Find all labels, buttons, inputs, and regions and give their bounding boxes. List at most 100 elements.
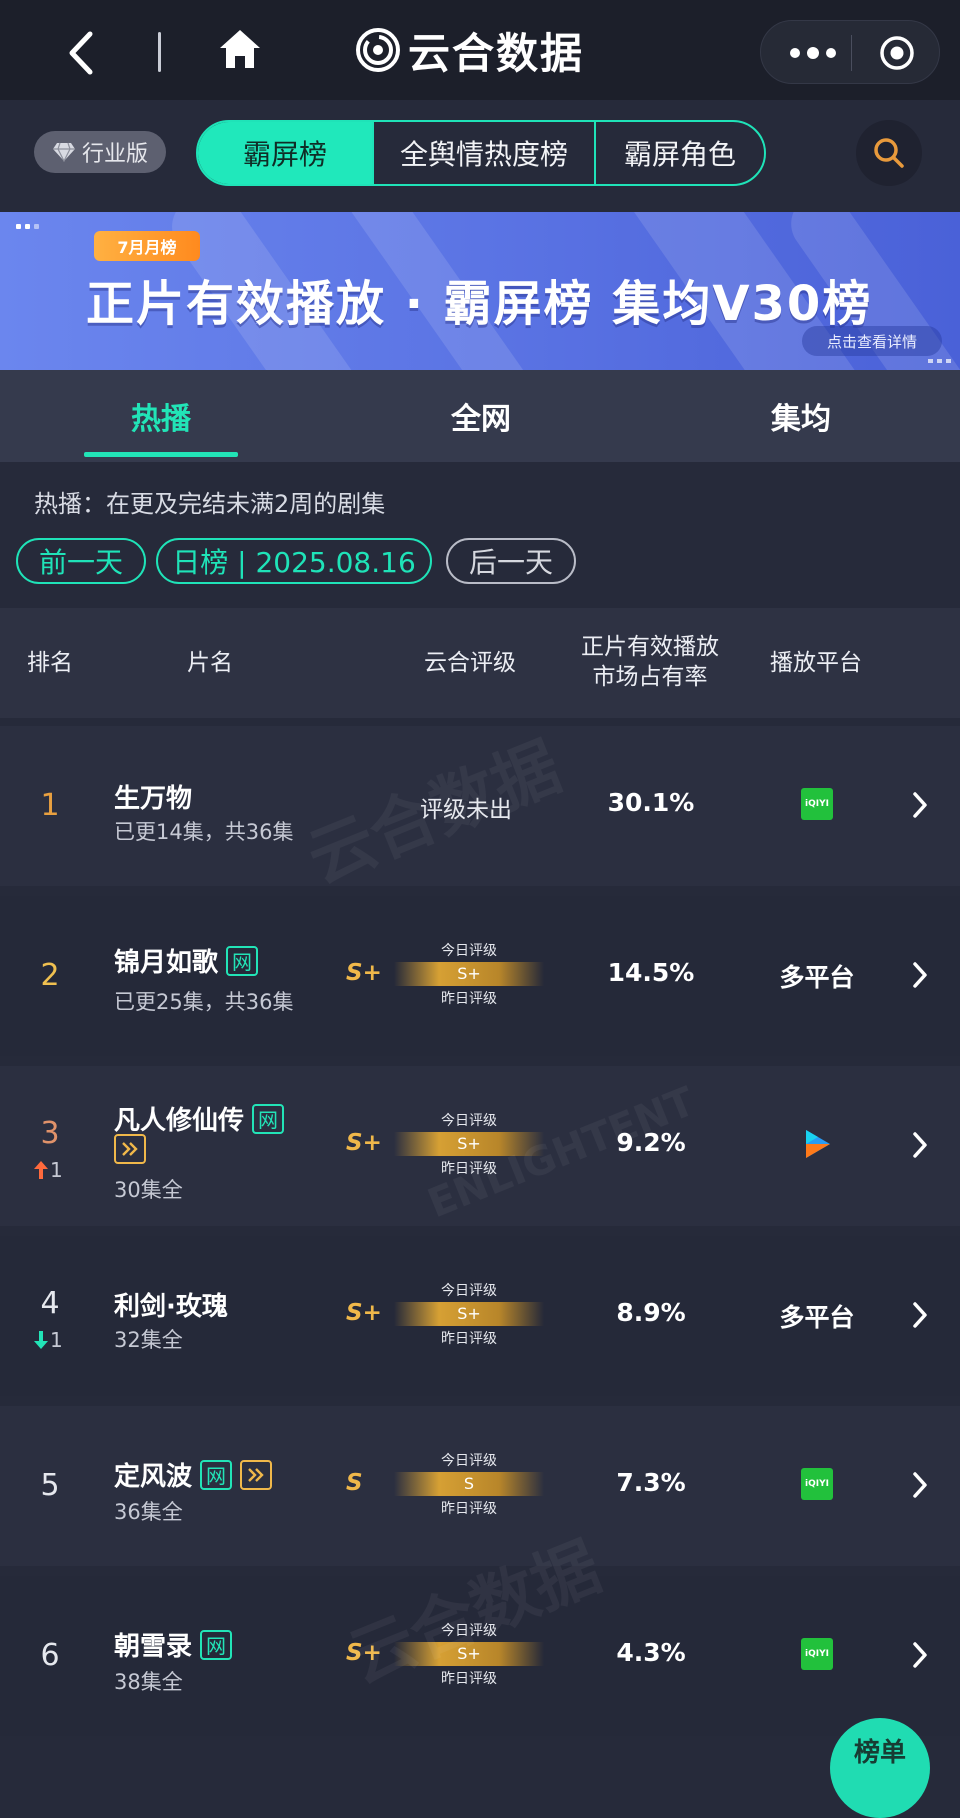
next-day-button[interactable]: 后一天 xyxy=(446,538,576,584)
table-row[interactable]: 4 1 利剑·玫瑰 32集全 S+ 今日评级 S+ 昨日评级 8.9% 多平台 xyxy=(0,1236,960,1396)
rating-grade: S+ xyxy=(346,1640,382,1666)
banner-detail-button[interactable]: 点击查看详情 xyxy=(802,326,942,356)
chevron-right-icon[interactable] xyxy=(910,1470,930,1500)
banner-title: 正片有效播放 · 霸屏榜 集均V30榜 xyxy=(86,276,873,332)
tab-bar: 热播 全网 集均 xyxy=(0,370,960,462)
nav-divider xyxy=(158,32,161,72)
table-row[interactable]: 5 定风波 网 36集全 S 今日评级 S 昨日评级 7.3% iQIYI xyxy=(0,1406,960,1566)
prev-day-button[interactable]: 前一天 xyxy=(16,538,146,584)
date-selector[interactable]: 日榜 | 2025.08.16 xyxy=(156,538,432,584)
market-share: 8.9% xyxy=(616,1298,686,1327)
tab-description: 热播：在更及完结未满2周的剧集 xyxy=(34,490,386,518)
gauge-today-label: 今日评级 xyxy=(441,1623,497,1639)
web-series-badge: 网 xyxy=(200,1629,233,1660)
arrow-up-icon xyxy=(34,1161,48,1179)
rating-grade: S+ xyxy=(346,1300,382,1326)
episode-status: 32集全 xyxy=(114,1328,183,1352)
rank-change-down: 1 xyxy=(32,1328,63,1352)
table-header: 排名 片名 云合评级 正片有效播放 市场占有率 播放平台 xyxy=(0,608,960,718)
tab-indicator xyxy=(84,452,238,457)
market-share: 4.3% xyxy=(616,1638,686,1667)
ranking-type-segments: 霸屏榜 全舆情热度榜 霸屏角色 xyxy=(196,120,766,186)
chevron-right-icon[interactable] xyxy=(910,960,930,990)
gauge-today-label: 今日评级 xyxy=(441,943,497,959)
web-series-badge: 网 xyxy=(226,945,259,976)
top-bar: 云合数据 xyxy=(0,0,960,100)
segment-top-roles[interactable]: 霸屏角色 xyxy=(594,122,764,184)
brand-logo-icon xyxy=(356,28,400,72)
gauge-yesterday-label: 昨日评级 xyxy=(441,1671,497,1687)
table-row[interactable]: 3 1 凡人修仙传网 30集全 S+ 今日评级 S+ 昨日评级 9.2% xyxy=(0,1066,960,1226)
platform-label: 多平台 xyxy=(779,963,855,992)
tab-per-episode[interactable]: 集均 xyxy=(724,370,878,462)
iqiyi-logo-icon: iQIYI xyxy=(801,1468,833,1500)
gauge-yesterday-label: 昨日评级 xyxy=(441,1501,497,1517)
show-title: 利剑·玫瑰 xyxy=(114,1292,228,1322)
header-platform: 播放平台 xyxy=(770,650,862,676)
market-share: 9.2% xyxy=(616,1128,686,1157)
gauge-yesterday-label: 昨日评级 xyxy=(441,991,497,1007)
brand-name: 云合数据 xyxy=(408,28,585,78)
play-badge-icon xyxy=(114,1134,146,1164)
header-rating: 云合评级 xyxy=(424,650,516,676)
more-icon[interactable] xyxy=(785,39,845,67)
promo-banner[interactable]: 7月月榜 正片有效播放 · 霸屏榜 集均V30榜 点击查看详情 xyxy=(0,212,960,370)
episode-status: 已更25集，共36集 xyxy=(114,990,294,1014)
rank-change-up: 1 xyxy=(32,1158,63,1182)
ranking-list-button[interactable]: 榜单 xyxy=(830,1718,930,1818)
gauge-yesterday-label: 昨日评级 xyxy=(441,1161,497,1177)
chevron-right-icon[interactable] xyxy=(910,1640,930,1670)
home-icon[interactable] xyxy=(216,26,264,74)
rating-grade: S+ xyxy=(346,960,382,986)
market-share: 30.1% xyxy=(607,788,695,817)
rank-number: 6 xyxy=(40,1638,60,1673)
show-title: 凡人修仙传网 xyxy=(114,1100,285,1137)
banner-pager xyxy=(16,224,39,229)
rating-gauge: 今日评级 S+ 昨日评级 xyxy=(394,1110,544,1177)
tab-hot[interactable]: 热播 xyxy=(84,370,238,462)
brand: 云合数据 xyxy=(356,22,584,78)
header-share-line1: 正片有效播放 xyxy=(581,634,719,660)
table-row[interactable]: 1 生万物 已更14集，共36集 评级未出 30.1% iQIYI xyxy=(0,726,960,886)
capsule-divider xyxy=(851,35,852,71)
show-title: 锦月如歌网 xyxy=(114,942,259,979)
rating-pending: 评级未出 xyxy=(420,797,512,823)
segment-screen-dominance[interactable]: 霸屏榜 xyxy=(198,122,372,184)
segment-opinion-heat[interactable]: 全舆情热度榜 xyxy=(372,122,594,184)
table-row[interactable]: 6 朝雪录网 38集全 S+ 今日评级 S+ 昨日评级 4.3% iQIYI xyxy=(0,1576,960,1736)
exclusive-badge-row xyxy=(114,1134,146,1164)
back-arrow-icon[interactable] xyxy=(62,28,102,78)
rank-number: 3 xyxy=(40,1116,60,1151)
industry-edition-label: 行业版 xyxy=(81,142,148,167)
search-button[interactable] xyxy=(856,120,922,186)
rating-gauge: 今日评级 S+ 昨日评级 xyxy=(394,1620,544,1687)
rank-number: 2 xyxy=(40,958,60,993)
close-miniapp-icon[interactable] xyxy=(879,35,915,71)
banner-tag: 7月月榜 xyxy=(94,231,200,261)
episode-status: 38集全 xyxy=(114,1670,183,1694)
chevron-right-icon[interactable] xyxy=(910,1300,930,1330)
gauge-today-label: 今日评级 xyxy=(441,1113,497,1129)
header-rank: 排名 xyxy=(27,650,73,676)
rating-grade: S+ xyxy=(346,1130,382,1156)
chevron-right-icon[interactable] xyxy=(910,790,930,820)
show-title: 朝雪录网 xyxy=(114,1626,233,1663)
search-icon xyxy=(874,138,904,168)
market-share: 7.3% xyxy=(616,1468,686,1497)
industry-edition-button[interactable]: 行业版 xyxy=(34,131,166,173)
miniapp-capsule xyxy=(760,20,940,84)
tab-all-network[interactable]: 全网 xyxy=(404,370,558,462)
show-title: 生万物 xyxy=(114,784,193,814)
filter-bar: 行业版 霸屏榜 全舆情热度榜 霸屏角色 xyxy=(0,100,960,212)
market-share: 14.5% xyxy=(607,958,695,987)
rank-number: 5 xyxy=(40,1468,60,1503)
chevron-right-icon[interactable] xyxy=(910,1130,930,1160)
show-title: 定风波 网 xyxy=(114,1456,273,1493)
rank-number: 4 xyxy=(40,1286,60,1321)
gauge-yesterday-label: 昨日评级 xyxy=(441,1331,497,1347)
episode-status: 36集全 xyxy=(114,1500,183,1524)
gauge-value: S+ xyxy=(457,1644,481,1663)
table-row[interactable]: 2 锦月如歌网 已更25集，共36集 S+ 今日评级 S+ 昨日评级 14.5%… xyxy=(0,896,960,1056)
iqiyi-logo-icon: iQIYI xyxy=(801,788,833,820)
gauge-today-label: 今日评级 xyxy=(441,1283,497,1299)
